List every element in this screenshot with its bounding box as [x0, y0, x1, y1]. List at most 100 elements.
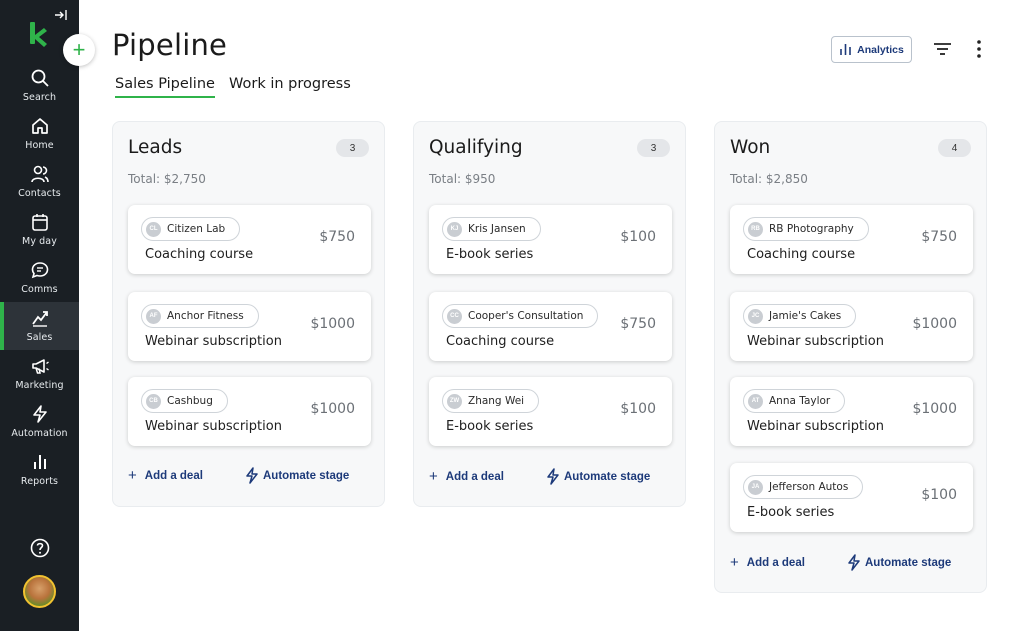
- sidebar-item-reports[interactable]: Reports: [0, 446, 79, 494]
- sidebar-item-comms[interactable]: Comms: [0, 254, 79, 302]
- user-avatar[interactable]: [23, 575, 56, 608]
- contact-chip[interactable]: RB RB Photography: [743, 217, 869, 241]
- automate-stage-button[interactable]: Automate stage: [846, 554, 951, 571]
- keap-logo[interactable]: [28, 20, 50, 48]
- contact-name: Cooper's Consultation: [468, 310, 584, 322]
- contact-name: Jamie's Cakes: [769, 310, 842, 322]
- analytics-label: Analytics: [857, 43, 904, 56]
- contact-chip[interactable]: JC Jamie's Cakes: [743, 304, 857, 328]
- contact-chip[interactable]: CC Cooper's Consultation: [442, 304, 599, 328]
- contact-name: Zhang Wei: [468, 395, 525, 407]
- contact-avatar: CC: [447, 308, 462, 324]
- contact-avatar: JC: [748, 308, 763, 324]
- sidebar-item-my-day[interactable]: My day: [0, 206, 79, 254]
- stage-actions: + Add a deal Automate stage: [429, 468, 674, 488]
- deal-amount: $100: [620, 229, 656, 245]
- deal-card[interactable]: RB RB Photography Coaching course $750: [730, 205, 973, 274]
- add-deal-label: Add a deal: [746, 556, 805, 569]
- contact-avatar: RB: [748, 221, 763, 237]
- deal-name: Coaching course: [747, 247, 856, 262]
- deal-name: E-book series: [446, 419, 534, 434]
- deal-card[interactable]: AF Anchor Fitness Webinar subscription $1…: [128, 292, 371, 361]
- deal-card[interactable]: CL Citizen Lab Coaching course $750: [128, 205, 371, 274]
- deal-card[interactable]: AT Anna Taylor Webinar subscription $1000: [730, 377, 973, 446]
- sidebar-item-sales[interactable]: Sales: [0, 302, 79, 350]
- contact-chip[interactable]: AF Anchor Fitness: [141, 304, 259, 328]
- filter-icon[interactable]: [933, 41, 952, 57]
- help-icon[interactable]: [30, 538, 50, 558]
- sidebar-item-label: Search: [22, 92, 57, 103]
- automate-stage-label: Automate stage: [263, 469, 350, 482]
- automate-stage-button[interactable]: Automate stage: [244, 467, 349, 484]
- add-deal-button[interactable]: + Add a deal: [730, 554, 805, 571]
- sidebar-item-search[interactable]: Search: [0, 62, 79, 110]
- chat-icon: [31, 262, 48, 279]
- sales-icon: [31, 311, 48, 327]
- sidebar-item-automation[interactable]: Automation: [0, 398, 79, 446]
- sidebar-item-label: My day: [22, 236, 57, 247]
- contact-chip[interactable]: ZW Zhang Wei: [442, 389, 540, 413]
- contact-name: Cashbug: [167, 395, 213, 407]
- contact-name: Jefferson Autos: [769, 481, 849, 493]
- deal-amount: $100: [620, 401, 656, 417]
- sidebar: Search Home Contacts My day Comms Sales …: [0, 0, 79, 631]
- plus-icon: +: [730, 554, 739, 571]
- deal-amount: $1000: [310, 401, 355, 417]
- deal-card[interactable]: KJ Kris Jansen E-book series $100: [429, 205, 672, 274]
- lightning-icon: [32, 405, 47, 423]
- deal-card[interactable]: JC Jamie's Cakes Webinar subscription $10…: [730, 292, 973, 361]
- contact-avatar: CL: [146, 221, 161, 237]
- contact-chip[interactable]: KJ Kris Jansen: [442, 217, 541, 241]
- calendar-icon: [31, 214, 48, 231]
- stage-total: Total: $2,850: [730, 172, 808, 186]
- search-icon: [31, 69, 49, 87]
- add-deal-button[interactable]: + Add a deal: [429, 468, 504, 485]
- deal-amount: $100: [921, 487, 957, 503]
- sidebar-item-label: Sales: [26, 332, 53, 343]
- contact-name: RB Photography: [769, 223, 854, 235]
- lightning-icon: [848, 554, 860, 571]
- deal-name: Webinar subscription: [747, 334, 884, 349]
- contact-chip[interactable]: CB Cashbug: [141, 389, 228, 413]
- sidebar-item-label: Comms: [21, 284, 58, 295]
- tab-work-in-progress[interactable]: Work in progress: [229, 76, 351, 92]
- lightning-icon: [246, 467, 258, 484]
- analytics-button[interactable]: Analytics: [831, 36, 912, 63]
- more-options-icon[interactable]: [975, 39, 983, 59]
- deal-amount: $1000: [310, 316, 355, 332]
- deal-card[interactable]: JA Jefferson Autos E-book series $100: [730, 463, 973, 532]
- quick-add-button[interactable]: +: [63, 34, 95, 66]
- contact-chip[interactable]: AT Anna Taylor: [743, 389, 846, 413]
- sidebar-item-home[interactable]: Home: [0, 110, 79, 158]
- deal-name: Webinar subscription: [747, 419, 884, 434]
- deal-name: Coaching course: [145, 247, 254, 262]
- sidebar-item-contacts[interactable]: Contacts: [0, 158, 79, 206]
- sidebar-item-marketing[interactable]: Marketing: [0, 350, 79, 398]
- stage-count-badge: 4: [938, 139, 971, 157]
- contact-chip[interactable]: CL Citizen Lab: [141, 217, 241, 241]
- contacts-icon: [30, 165, 49, 183]
- pipeline-stage-leads: Leads 3 Total: $2,750 CL Citizen Lab Coac…: [112, 121, 385, 507]
- contact-name: Citizen Lab: [167, 223, 226, 235]
- contact-avatar: ZW: [447, 393, 462, 409]
- deal-name: E-book series: [446, 247, 534, 262]
- collapse-sidebar-icon[interactable]: [54, 9, 68, 21]
- deal-card[interactable]: CC Cooper's Consultation Coaching course …: [429, 292, 672, 361]
- deal-amount: $750: [620, 316, 656, 332]
- contact-chip[interactable]: JA Jefferson Autos: [743, 475, 864, 499]
- add-deal-label: Add a deal: [445, 470, 504, 483]
- add-deal-button[interactable]: + Add a deal: [128, 467, 203, 484]
- contact-avatar: CB: [146, 393, 161, 409]
- deal-card[interactable]: CB Cashbug Webinar subscription $1000: [128, 377, 371, 446]
- plus-icon: +: [429, 468, 438, 485]
- sidebar-item-label: Home: [25, 140, 54, 151]
- automate-stage-label: Automate stage: [865, 556, 952, 569]
- deal-name: E-book series: [747, 505, 835, 520]
- sidebar-item-label: Contacts: [18, 188, 61, 199]
- automate-stage-button[interactable]: Automate stage: [545, 468, 650, 485]
- deal-amount: $750: [319, 229, 355, 245]
- tab-sales-pipeline[interactable]: Sales Pipeline: [115, 76, 215, 98]
- contact-avatar: JA: [748, 479, 763, 495]
- sidebar-item-label: Automation: [11, 428, 68, 439]
- deal-card[interactable]: ZW Zhang Wei E-book series $100: [429, 377, 672, 446]
